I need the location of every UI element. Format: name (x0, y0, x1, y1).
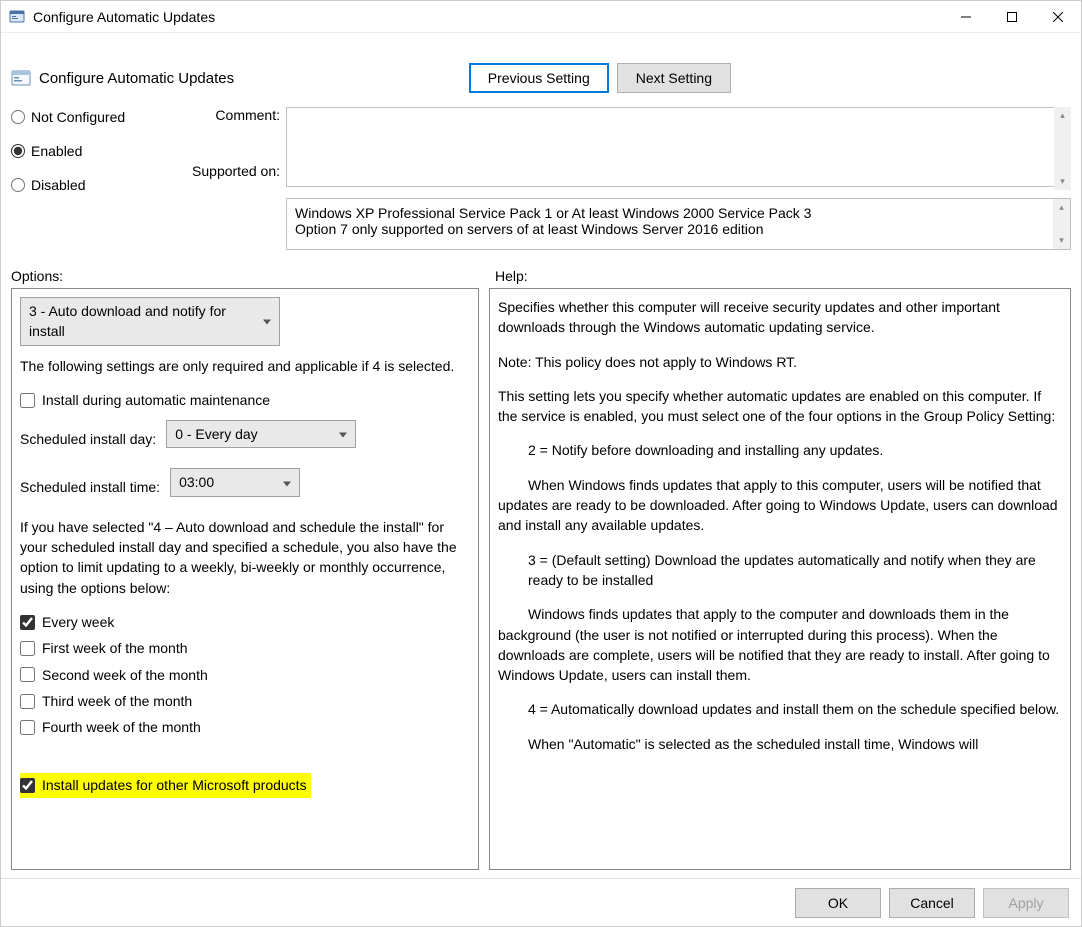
help-opt2-body: When Windows finds updates that apply to… (498, 475, 1064, 536)
state-enabled-label: Enabled (31, 143, 82, 159)
help-panel[interactable]: Specifies whether this computer will rec… (489, 288, 1071, 870)
configure-updates-dropdown[interactable]: 3 - Auto download and notify for install (20, 297, 280, 346)
apply-button[interactable]: Apply (983, 888, 1069, 918)
fourth-week-checkbox[interactable] (20, 720, 35, 735)
scheduled-day-label: Scheduled install day: (20, 429, 156, 449)
help-p1: Specifies whether this computer will rec… (498, 297, 1064, 338)
comment-scrollbar[interactable]: ▴▾ (1054, 107, 1071, 190)
minimize-button[interactable] (943, 2, 989, 32)
state-disabled[interactable]: Disabled (11, 177, 191, 193)
other-products-row[interactable]: Install updates for other Microsoft prod… (20, 775, 307, 795)
options-section-label: Options: (11, 268, 489, 284)
policy-icon (11, 68, 31, 88)
state-not-configured-label: Not Configured (31, 109, 125, 125)
state-enabled[interactable]: Enabled (11, 143, 191, 159)
titlebar: Configure Automatic Updates (1, 1, 1081, 33)
first-week-label: First week of the month (42, 638, 188, 658)
supported-on-line-2: Option 7 only supported on servers of at… (295, 221, 1062, 237)
state-not-configured-radio[interactable] (11, 110, 25, 124)
supported-scrollbar[interactable]: ▴▾ (1053, 199, 1070, 249)
next-setting-button[interactable]: Next Setting (617, 63, 731, 93)
maximize-button[interactable] (989, 2, 1035, 32)
limit-frequency-note: If you have selected "4 – Auto download … (20, 517, 472, 598)
close-button[interactable] (1035, 2, 1081, 32)
previous-setting-button[interactable]: Previous Setting (469, 63, 609, 93)
ok-button[interactable]: OK (795, 888, 881, 918)
comment-label: Comment: (191, 107, 280, 123)
install-during-maintenance-label: Install during automatic maintenance (42, 390, 270, 410)
third-week-checkbox[interactable] (20, 694, 35, 709)
help-p3: This setting lets you specify whether au… (498, 386, 1064, 427)
other-products-checkbox[interactable] (20, 778, 35, 793)
help-opt3-head: 3 = (Default setting) Download the updat… (498, 550, 1064, 591)
install-during-maintenance-row[interactable]: Install during automatic maintenance (20, 390, 472, 410)
supported-on-box: Windows XP Professional Service Pack 1 o… (286, 198, 1071, 250)
state-enabled-radio[interactable] (11, 144, 25, 158)
policy-title: Configure Automatic Updates (39, 70, 234, 87)
help-opt4-body: When "Automatic" is selected as the sche… (498, 734, 1064, 754)
help-opt3-body: Windows finds updates that apply to the … (498, 604, 1064, 685)
policy-state-group: Not Configured Enabled Disabled (11, 107, 191, 250)
supported-on-label: Supported on: (191, 163, 280, 179)
policy-window-icon (9, 9, 25, 25)
help-section-label: Help: (489, 268, 1071, 284)
every-week-row[interactable]: Every week (20, 612, 472, 632)
install-during-maintenance-checkbox[interactable] (20, 393, 35, 408)
second-week-row[interactable]: Second week of the month (20, 665, 472, 685)
other-products-label: Install updates for other Microsoft prod… (42, 775, 307, 795)
help-opt2-head: 2 = Notify before downloading and instal… (498, 440, 1064, 460)
scheduled-time-dropdown[interactable]: 03:00 (170, 468, 300, 496)
fourth-week-row[interactable]: Fourth week of the month (20, 717, 472, 737)
first-week-row[interactable]: First week of the month (20, 638, 472, 658)
state-disabled-label: Disabled (31, 177, 85, 193)
first-week-checkbox[interactable] (20, 641, 35, 656)
fourth-week-label: Fourth week of the month (42, 717, 201, 737)
second-week-label: Second week of the month (42, 665, 208, 685)
cancel-button[interactable]: Cancel (889, 888, 975, 918)
state-not-configured[interactable]: Not Configured (11, 109, 191, 125)
second-week-checkbox[interactable] (20, 667, 35, 682)
window-title: Configure Automatic Updates (33, 9, 215, 25)
options-note-if-4: The following settings are only required… (20, 356, 472, 376)
third-week-row[interactable]: Third week of the month (20, 691, 472, 711)
options-panel[interactable]: 3 - Auto download and notify for install… (11, 288, 479, 870)
every-week-checkbox[interactable] (20, 615, 35, 630)
state-disabled-radio[interactable] (11, 178, 25, 192)
help-opt4-head: 4 = Automatically download updates and i… (498, 699, 1064, 719)
supported-on-line-1: Windows XP Professional Service Pack 1 o… (295, 205, 1062, 221)
every-week-label: Every week (42, 612, 114, 632)
help-p2: Note: This policy does not apply to Wind… (498, 352, 1064, 372)
comment-textarea[interactable] (286, 107, 1071, 187)
gpo-policy-dialog: Configure Automatic Updates Configure Au… (0, 0, 1082, 927)
dialog-footer: OK Cancel Apply (1, 878, 1081, 926)
scheduled-day-dropdown[interactable]: 0 - Every day (166, 420, 356, 448)
third-week-label: Third week of the month (42, 691, 192, 711)
scheduled-time-label: Scheduled install time: (20, 477, 160, 497)
